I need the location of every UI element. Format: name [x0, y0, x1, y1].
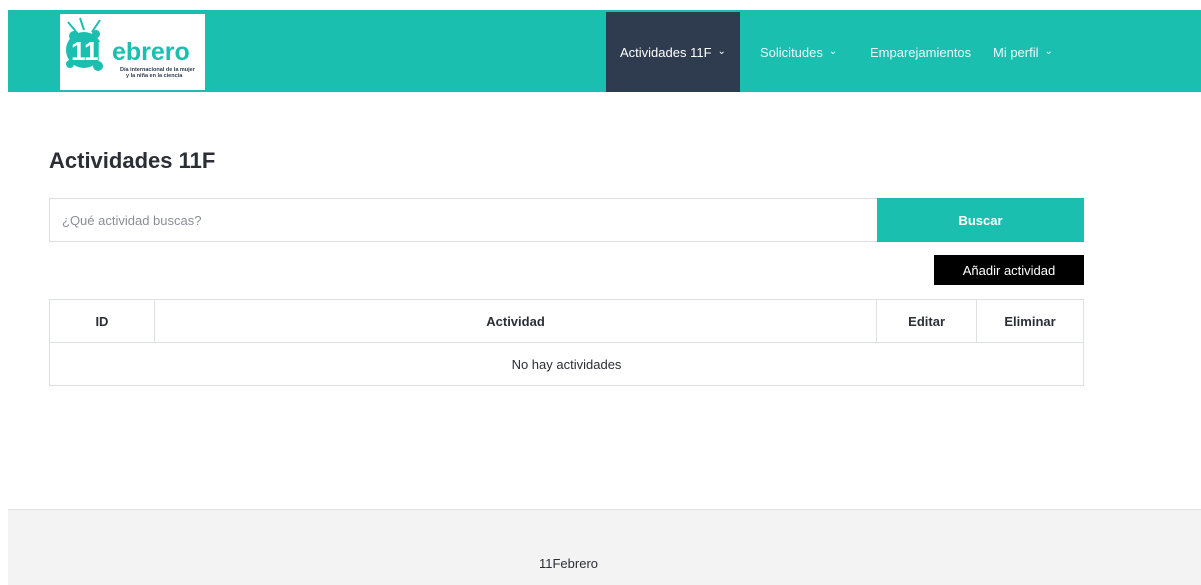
top-strip	[0, 0, 1201, 10]
nav-item-solicitudes[interactable]: Solicitudes ⌄	[760, 12, 837, 92]
chevron-down-icon: ⌄	[717, 46, 726, 57]
logo[interactable]: 11 F ebrero Día internacional de la muje…	[60, 14, 205, 90]
header-id: ID	[49, 299, 155, 343]
chevron-down-icon: ⌄	[1044, 46, 1053, 57]
svg-text:F: F	[97, 36, 113, 66]
svg-text:y la niña en la ciencia: y la niña en la ciencia	[126, 73, 183, 79]
page-title: Actividades 11F	[49, 148, 216, 173]
search-input[interactable]	[49, 198, 877, 242]
footer: 11Febrero	[8, 509, 1201, 585]
empty-message: No hay actividades	[49, 342, 1084, 386]
nav-item-emparejamientos[interactable]: Emparejamientos	[870, 12, 971, 92]
svg-text:ebrero: ebrero	[112, 38, 190, 66]
table-row: No hay actividades	[49, 342, 1084, 386]
header-activity: Actividad	[153, 299, 878, 343]
nav-item-actividades[interactable]: Actividades 11F ⌄	[606, 12, 740, 92]
search-button[interactable]: Buscar	[877, 198, 1084, 242]
logo-graphic: 11 F ebrero Día internacional de la muje…	[66, 17, 196, 79]
navbar: 11 F ebrero Día internacional de la muje…	[8, 10, 1201, 92]
add-activity-button[interactable]: Añadir actividad	[934, 255, 1084, 285]
nav-item-label: Mi perfil	[993, 44, 1039, 60]
header-edit: Editar	[876, 299, 978, 343]
nav-item-mi-perfil[interactable]: Mi perfil ⌄	[993, 12, 1053, 92]
header-delete: Eliminar	[976, 299, 1084, 343]
table-header-row: ID Actividad Editar Eliminar	[49, 299, 1084, 343]
nav-item-label: Actividades 11F	[620, 44, 712, 60]
activities-table: ID Actividad Editar Eliminar No hay acti…	[49, 299, 1084, 386]
svg-text:11: 11	[71, 36, 99, 66]
nav-item-label: Solicitudes	[760, 44, 823, 60]
nav-item-label: Emparejamientos	[870, 44, 972, 60]
footer-text: 11Febrero	[539, 556, 599, 571]
chevron-down-icon: ⌄	[828, 46, 838, 57]
